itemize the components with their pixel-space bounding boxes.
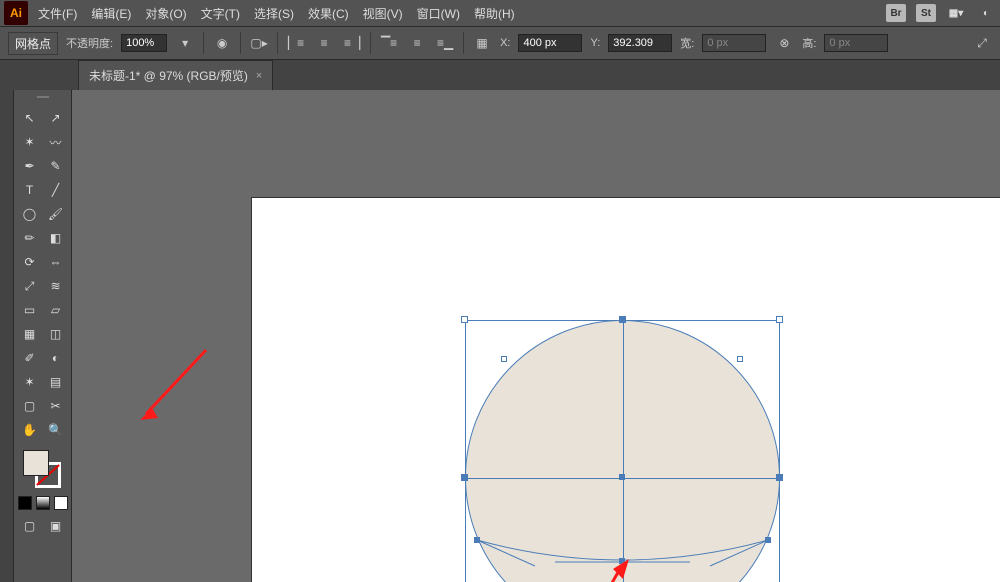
- menu-type[interactable]: 文字(T): [201, 5, 240, 22]
- menu-window[interactable]: 窗口(W): [417, 5, 460, 22]
- menu-bar: Ai 文件(F) 编辑(E) 对象(O) 文字(T) 选择(S) 效果(C) 视…: [0, 0, 1000, 26]
- align-right-icon[interactable]: ≡▕: [342, 33, 362, 53]
- eyedropper-tool[interactable]: ✐: [19, 348, 41, 368]
- ellipse-tool[interactable]: ◯: [19, 204, 41, 224]
- pen-tool[interactable]: ✒: [19, 156, 41, 176]
- fill-stroke[interactable]: [21, 450, 65, 490]
- warp-tool[interactable]: ≋: [45, 276, 67, 296]
- chip-none[interactable]: [54, 496, 68, 510]
- panel-grip[interactable]: [23, 96, 63, 102]
- ref-point-icon[interactable]: ▦: [472, 33, 492, 53]
- bridge-icon[interactable]: Br: [886, 4, 906, 22]
- h-input: [824, 34, 888, 52]
- canvas[interactable]: [72, 90, 1000, 582]
- align-hcenter-icon[interactable]: ≡: [314, 33, 334, 53]
- scale-tool[interactable]: ⤢: [19, 276, 41, 296]
- symbol-tool[interactable]: ✶: [19, 372, 41, 392]
- opacity-input[interactable]: [121, 34, 167, 52]
- transform-panel-icon[interactable]: ⤢: [972, 33, 992, 53]
- recolor-icon[interactable]: ◉: [212, 33, 232, 53]
- artboard: [252, 198, 1000, 582]
- menu-select[interactable]: 选择(S): [254, 5, 294, 22]
- lasso-tool[interactable]: 〰: [45, 132, 67, 152]
- chip-gradient[interactable]: [36, 496, 50, 510]
- magic-wand-tool[interactable]: ✶: [19, 132, 41, 152]
- slice-tool[interactable]: ✂: [45, 396, 67, 416]
- workspace: ↖↗ ✶〰 ✒✎ T╱ ◯🖌 ✏◧ ⟳⇔ ⤢≋ ▭▱ ▦◫ ✐◐ ✶▤ ▢✂ ✋…: [0, 90, 1000, 582]
- stock-icon[interactable]: St: [916, 4, 936, 22]
- menu-help[interactable]: 帮助(H): [474, 5, 515, 22]
- x-input[interactable]: [518, 34, 582, 52]
- chip-color[interactable]: [18, 496, 32, 510]
- y-label: Y:: [590, 37, 600, 49]
- gpu-icon[interactable]: ◐: [976, 4, 996, 22]
- opacity-dropdown-icon[interactable]: ▾: [175, 33, 195, 53]
- menu-edit[interactable]: 编辑(E): [91, 5, 131, 22]
- free-transform-tool[interactable]: ▭: [19, 300, 41, 320]
- option-bar: 网格点 不透明度: ▾ ◉ ▢▸ ▏≡ ≡ ≡▕ ▔≡ ≡ ≡▁ ▦ X: Y:…: [0, 26, 1000, 60]
- selection-tool[interactable]: ↖: [19, 108, 41, 128]
- hand-tool[interactable]: ✋: [19, 420, 41, 440]
- reflect-tool[interactable]: ⇔: [45, 252, 67, 272]
- blend-tool[interactable]: ◐: [45, 348, 67, 368]
- x-label: X:: [500, 37, 510, 49]
- direct-selection-tool[interactable]: ↗: [45, 108, 67, 128]
- menu-effect[interactable]: 效果(C): [308, 5, 349, 22]
- tab-title: 未标题-1* @ 97% (RGB/预览): [89, 67, 248, 84]
- h-label: 高:: [802, 35, 816, 51]
- tab-bar: 未标题-1* @ 97% (RGB/预览) ×: [0, 60, 1000, 90]
- perspective-tool[interactable]: ▱: [45, 300, 67, 320]
- line-tool[interactable]: ╱: [45, 180, 67, 200]
- eraser-tool[interactable]: ◧: [45, 228, 67, 248]
- y-input[interactable]: [608, 34, 672, 52]
- zoom-tool[interactable]: 🔍: [45, 420, 67, 440]
- menu-file[interactable]: 文件(F): [38, 5, 77, 22]
- tool-panel: ↖↗ ✶〰 ✒✎ T╱ ◯🖌 ✏◧ ⟳⇔ ⤢≋ ▭▱ ▦◫ ✐◐ ✶▤ ▢✂ ✋…: [14, 90, 72, 582]
- screen-mode-full[interactable]: ▣: [45, 516, 67, 536]
- rotate-tool[interactable]: ⟳: [19, 252, 41, 272]
- pencil-tool[interactable]: ✏: [19, 228, 41, 248]
- align-vcenter-icon[interactable]: ≡: [407, 33, 427, 53]
- app-logo: Ai: [4, 1, 28, 25]
- menu-view[interactable]: 视图(V): [363, 5, 403, 22]
- type-tool[interactable]: T: [19, 180, 41, 200]
- tab-close-icon[interactable]: ×: [256, 70, 262, 82]
- mesh-tool[interactable]: ▦: [19, 324, 41, 344]
- color-mode-chips: [18, 496, 68, 510]
- artboard-tool[interactable]: ▢: [19, 396, 41, 416]
- curvature-tool[interactable]: ✎: [45, 156, 67, 176]
- link-wh-icon[interactable]: ⊗: [774, 33, 794, 53]
- align-left-icon[interactable]: ▏≡: [286, 33, 306, 53]
- gradient-tool[interactable]: ◫: [45, 324, 67, 344]
- align-bottom-icon[interactable]: ≡▁: [435, 33, 455, 53]
- isolate-icon[interactable]: ▢▸: [249, 33, 269, 53]
- brush-tool[interactable]: 🖌: [45, 204, 67, 224]
- w-label: 宽:: [680, 35, 694, 51]
- align-top-icon[interactable]: ▔≡: [379, 33, 399, 53]
- menu-object[interactable]: 对象(O): [145, 5, 186, 22]
- fill-swatch[interactable]: [23, 450, 49, 476]
- document-tab[interactable]: 未标题-1* @ 97% (RGB/预览) ×: [78, 60, 273, 90]
- menubar-right: Br St ▦▾ ◐: [886, 4, 996, 22]
- opacity-label: 不透明度:: [66, 35, 113, 51]
- collapse-strip[interactable]: [0, 90, 14, 582]
- graph-tool[interactable]: ▤: [45, 372, 67, 392]
- w-input: [702, 34, 766, 52]
- anchor-type-dropdown[interactable]: 网格点: [8, 32, 58, 55]
- annotation-arrow-1: [140, 344, 210, 424]
- arrange-icon[interactable]: ▦▾: [946, 4, 966, 22]
- screen-mode-normal[interactable]: ▢: [19, 516, 41, 536]
